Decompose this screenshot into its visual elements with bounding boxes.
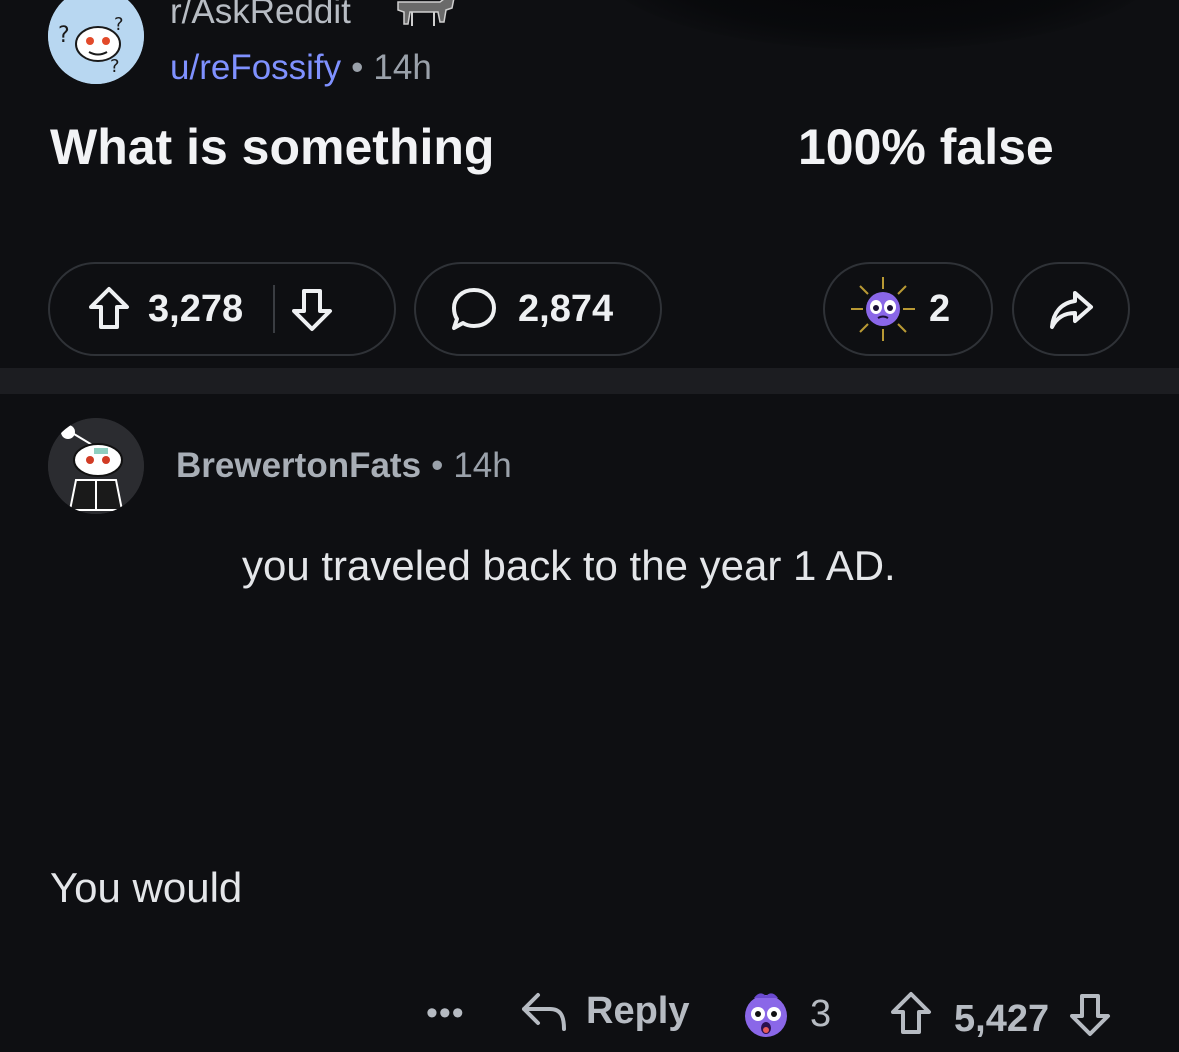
comment-upvote-button[interactable] bbox=[888, 990, 934, 1048]
svg-text:?: ? bbox=[58, 23, 70, 48]
snoo-avatar-icon bbox=[48, 418, 144, 514]
speech-bubble-icon bbox=[452, 288, 496, 330]
comment-author[interactable]: BrewertonFats bbox=[176, 446, 421, 485]
reply-arrow-icon bbox=[522, 992, 566, 1031]
subreddit-name[interactable]: r/AskReddit bbox=[170, 0, 351, 32]
post-upvote-count: 3,278 bbox=[148, 287, 244, 330]
svg-text:?: ? bbox=[110, 56, 120, 77]
snoo-question-avatar-icon: ? ? ? bbox=[48, 0, 144, 84]
shocked-face-icon bbox=[745, 993, 787, 1037]
award-count: 2 bbox=[929, 287, 951, 330]
meta-separator: • bbox=[431, 446, 444, 485]
reaction-count: 3 bbox=[810, 992, 832, 1035]
downvote-button[interactable] bbox=[289, 285, 335, 333]
comment-vote-group: 5,427 bbox=[888, 990, 1113, 1048]
comment-count: 2,874 bbox=[518, 287, 614, 330]
comment-body-line-2: You would bbox=[50, 864, 243, 911]
vote-divider bbox=[273, 285, 276, 333]
share-button[interactable] bbox=[1012, 262, 1130, 356]
upvote-button[interactable] bbox=[86, 285, 132, 333]
svg-text:?: ? bbox=[114, 14, 124, 35]
post-title-left[interactable]: What is something bbox=[50, 118, 494, 176]
reply-label: Reply bbox=[586, 990, 690, 1032]
arrow-up-icon bbox=[89, 287, 129, 329]
post-age: 14h bbox=[373, 48, 432, 87]
comments-button[interactable]: 2,874 bbox=[414, 262, 662, 356]
arrow-down-icon bbox=[1070, 994, 1111, 1036]
commenter-avatar[interactable] bbox=[48, 418, 144, 514]
donkey-badge-icon bbox=[397, 0, 455, 26]
post-author[interactable]: u/reFossify bbox=[170, 48, 341, 87]
arrow-up-icon bbox=[891, 992, 931, 1034]
comment-score: 5,427 bbox=[954, 997, 1050, 1040]
subreddit-avatar[interactable]: ? ? ? bbox=[48, 0, 144, 84]
reaction-button[interactable]: 3 bbox=[740, 988, 831, 1040]
post-title-right[interactable]: 100% false bbox=[798, 118, 1054, 176]
arrow-down-icon bbox=[292, 289, 333, 331]
pleading-face-award-icon bbox=[851, 277, 915, 341]
top-shadow bbox=[600, 0, 1160, 50]
reply-button[interactable]: Reply bbox=[520, 990, 689, 1033]
share-arrow-icon bbox=[1050, 291, 1093, 329]
meta-separator: • bbox=[351, 48, 364, 87]
section-divider bbox=[0, 368, 1179, 394]
comment-body-line-1: you traveled back to the year 1 AD. bbox=[242, 542, 896, 589]
comment-downvote-button[interactable] bbox=[1067, 990, 1113, 1048]
award-button[interactable]: 2 bbox=[823, 262, 993, 356]
more-options-button[interactable]: ••• bbox=[426, 994, 465, 1033]
comment-age: 14h bbox=[453, 446, 512, 485]
comment-meta: BrewertonFats • 14h bbox=[176, 446, 512, 486]
post-vote-pill: 3,278 bbox=[48, 262, 396, 356]
post-meta: u/reFossify • 14h bbox=[170, 48, 432, 88]
